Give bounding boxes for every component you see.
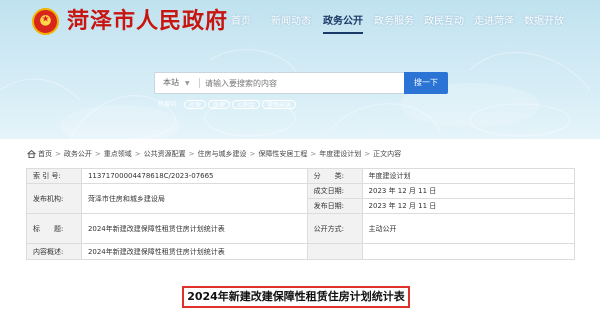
search-scope-label: 本站 [163, 78, 179, 87]
publisher-value: 菏泽市住房和城乡建设局 [80, 183, 308, 214]
breadcrumb-separator: > [55, 150, 61, 158]
breadcrumb-housing[interactable]: 住房与城乡建设 [198, 150, 247, 158]
table-row: 发布机构: 菏泽市住房和城乡建设局 成文日期: 2023 年 12 月 11 日 [26, 183, 576, 214]
nav-item-home[interactable]: 首页 [231, 13, 251, 31]
breadcrumb: 首页 > 政务公开 > 重点领域 > 公共资源配置 > 住房与城乡建设 > 保障性安居工程 > 年度建设… [27, 148, 401, 160]
search-bar: 本站 ▼ [154, 72, 407, 94]
created-date-value: 2023 年 12 月 11 日 [361, 183, 576, 199]
breadcrumb-home[interactable]: 首页 [38, 150, 52, 158]
chevron-down-icon: ▼ [185, 80, 190, 87]
document-title: 2024年新建改建保障性租赁住房计划统计表 [182, 286, 410, 308]
nav-item-interaction[interactable]: 政民互动 [424, 13, 464, 31]
index-value: 11371700004478618C/2023-07665 [80, 168, 308, 184]
empty-cell [361, 243, 576, 260]
empty-cell [306, 243, 363, 260]
breadcrumb-current: 正文内容 [373, 150, 402, 158]
breadcrumb-annual-plan[interactable]: 年度建设计划 [319, 150, 361, 158]
breadcrumb-separator: > [94, 150, 101, 158]
site-header: ★ 菏泽市人民政府 首页 新闻动态 政务公开 政务服务 政民互动 走进菏泽 数据… [0, 0, 600, 139]
main-nav: 首页 新闻动态 政务公开 政务服务 政民互动 走进菏泽 数据开放 [0, 13, 600, 34]
hot-word-tag[interactable]: 营商环境 [262, 100, 297, 109]
breadcrumb-separator: > [310, 150, 317, 158]
nav-item-gov-open[interactable]: 政务公开 [323, 13, 363, 34]
hot-search-label: 热搜词: [158, 101, 179, 108]
category-label: 分 类: [306, 168, 363, 184]
nav-item-gov-service[interactable]: 政务服务 [374, 13, 414, 31]
breadcrumb-gov-open[interactable]: 政务公开 [64, 150, 92, 158]
publisher-label: 发布机构: [26, 183, 82, 214]
hot-word-tag[interactable]: 医保 [208, 100, 231, 109]
breadcrumb-public-resources[interactable]: 公共资源配置 [144, 150, 186, 158]
table-row: 标 题: 2024年新建改建保障性租赁住房计划统计表 公开方式: 主动公开 [26, 213, 576, 244]
breadcrumb-key-areas[interactable]: 重点领域 [104, 150, 132, 158]
nav-item-news[interactable]: 新闻动态 [271, 13, 311, 31]
table-row: 内容概述: 2024年新建改建保障性租赁住房计划统计表 [26, 243, 576, 260]
issued-date-label: 发布日期: [306, 198, 363, 214]
search-input[interactable] [205, 75, 400, 91]
open-mode-value: 主动公开 [361, 213, 576, 244]
search-scope-select[interactable]: 本站 ▼ [163, 73, 190, 93]
home-icon [27, 150, 36, 158]
breadcrumb-separator: > [364, 150, 371, 158]
nav-item-open-data[interactable]: 数据开放 [524, 13, 564, 31]
document-info-table: 索 引 号: 11371700004478618C/2023-07665 分 类… [26, 168, 576, 260]
open-mode-label: 公开方式: [306, 213, 363, 244]
summary-label: 内容概述: [26, 243, 82, 260]
summary-value: 2024年新建改建保障性租赁住房计划统计表 [80, 243, 308, 260]
category-value: 年度建设计划 [361, 168, 576, 184]
created-date-label: 成文日期: [306, 183, 363, 199]
hot-word-tag[interactable]: 公积金 [232, 100, 261, 109]
hot-word-tag[interactable]: 社保 [184, 100, 207, 109]
breadcrumb-separator: > [188, 150, 195, 158]
divider [199, 78, 200, 88]
issued-date-value: 2023 年 12 月 11 日 [361, 198, 576, 214]
title-value: 2024年新建改建保障性租赁住房计划统计表 [80, 213, 308, 244]
breadcrumb-affordable-housing[interactable]: 保障性安居工程 [258, 150, 307, 158]
table-row: 索 引 号: 11371700004478618C/2023-07665 分 类… [26, 168, 576, 184]
index-label: 索 引 号: [26, 168, 82, 184]
breadcrumb-separator: > [134, 150, 141, 158]
breadcrumb-separator: > [249, 150, 256, 158]
title-label: 标 题: [26, 213, 82, 244]
search-button[interactable]: 搜一下 [404, 72, 448, 94]
nav-item-about-heze[interactable]: 走进菏泽 [474, 13, 514, 31]
